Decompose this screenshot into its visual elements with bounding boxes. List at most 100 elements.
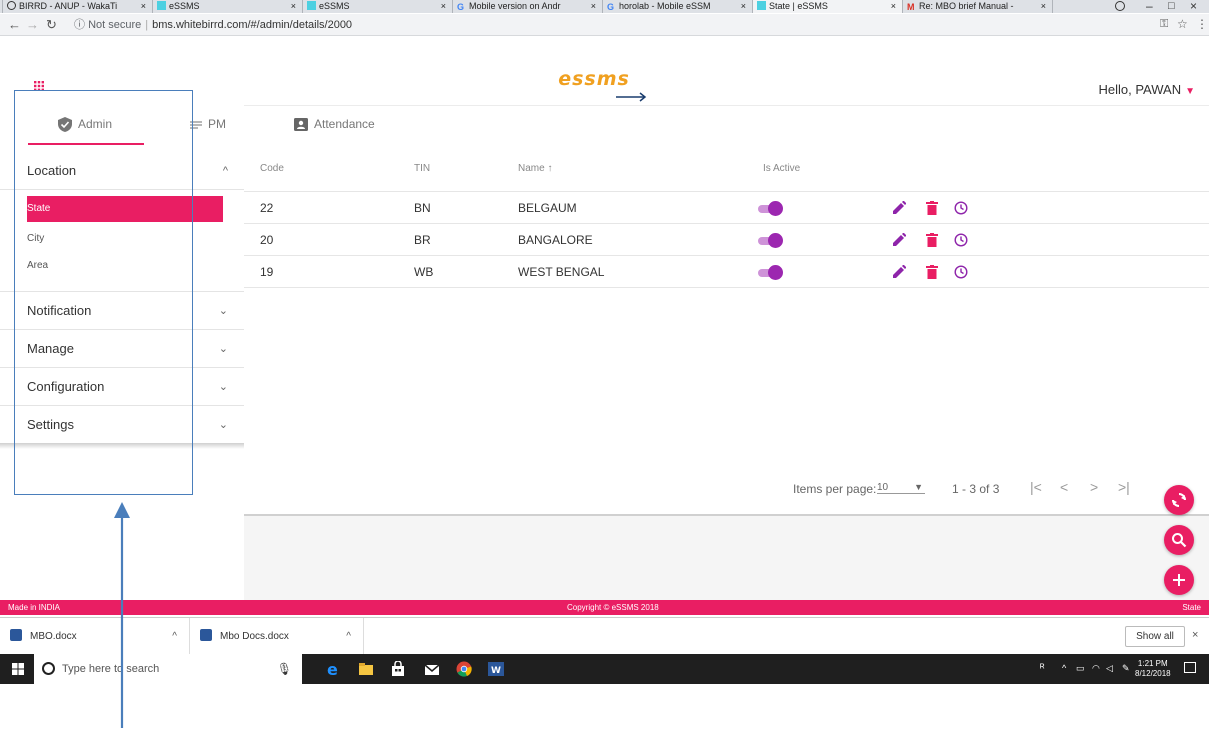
browser-tab-active[interactable]: State | eSSMS ×	[752, 0, 902, 13]
url-separator: |	[145, 19, 149, 31]
forward-arrow-icon[interactable]: →	[26, 17, 39, 33]
browser-tab[interactable]: BIRRD - ANUP - WakaTi ×	[2, 0, 152, 13]
chrome-icon[interactable]	[456, 661, 472, 677]
tab-attendance[interactable]: Attendance	[294, 116, 375, 138]
key-icon[interactable]: ⚿	[1160, 18, 1168, 31]
refresh-fab[interactable]	[1164, 485, 1194, 515]
essms-favicon-icon	[757, 1, 766, 10]
volume-icon[interactable]: ◁	[1106, 663, 1113, 674]
window-minimize-button[interactable]: –	[1146, 0, 1153, 13]
last-page-button[interactable]: >|	[1118, 479, 1130, 495]
add-fab[interactable]	[1164, 565, 1194, 595]
active-toggle[interactable]	[756, 265, 786, 280]
show-all-button[interactable]: Show all	[1125, 626, 1185, 647]
history-clock-icon[interactable]	[954, 233, 968, 247]
history-clock-icon[interactable]	[954, 201, 968, 215]
table-row: 20 BR BANGALORE	[244, 224, 1209, 256]
tab-pm[interactable]: PM	[190, 116, 226, 138]
tray-chevron-icon[interactable]: ^	[1062, 663, 1066, 673]
chevron-down-icon: ⌄	[218, 305, 228, 317]
word-app-icon[interactable]: W	[488, 661, 504, 677]
user-greeting: Hello, PAWAN	[1098, 82, 1182, 97]
caret-down-icon: ▼	[1185, 86, 1195, 97]
cell-tin: BR	[414, 233, 431, 247]
browser-tab[interactable]: G Mobile version on Andr ×	[452, 0, 602, 13]
wifi-icon[interactable]: ◠	[1092, 663, 1100, 674]
column-header-code[interactable]: Code	[260, 163, 284, 174]
delete-trash-icon[interactable]	[926, 265, 938, 279]
user-menu[interactable]: Hello, PAWAN ▼	[1099, 82, 1196, 97]
clock-favicon-icon	[7, 1, 16, 10]
window-maximize-button[interactable]: □	[1168, 0, 1175, 13]
close-icon[interactable]: ×	[1192, 629, 1198, 641]
tab-close-icon[interactable]: ×	[141, 0, 146, 13]
cell-name: BELGAUM	[518, 201, 577, 215]
previous-page-button[interactable]: <	[1060, 479, 1068, 495]
edge-browser-icon[interactable]: e	[326, 661, 342, 677]
search-fab[interactable]	[1164, 525, 1194, 555]
first-page-button[interactable]: |<	[1030, 479, 1042, 495]
footer-page-name: State	[1182, 603, 1201, 612]
history-clock-icon[interactable]	[954, 265, 968, 279]
annotation-highlight-box	[14, 90, 193, 495]
url-field[interactable]: ⓘ Not secure | bms.whitebirrd.com/#/admin/…	[74, 17, 1144, 33]
search-icon	[1172, 533, 1187, 548]
browser-address-bar: ← → ↻ ⓘ Not secure | bms.whitebirrd.com/#/…	[0, 14, 1209, 36]
tab-close-icon[interactable]: ×	[741, 0, 746, 13]
window-close-button[interactable]: ×	[1190, 0, 1197, 13]
column-header-is-active[interactable]: Is Active	[763, 163, 800, 174]
browser-tab[interactable]: M Re: MBO brief Manual - ×	[902, 0, 1052, 13]
people-icon[interactable]: ᴿ	[1040, 663, 1045, 674]
browser-tab[interactable]: eSSMS ×	[152, 0, 302, 13]
delete-trash-icon[interactable]	[926, 201, 938, 215]
refresh-icon	[1172, 493, 1186, 507]
profile-icon[interactable]	[1115, 1, 1125, 11]
active-toggle[interactable]	[756, 201, 786, 216]
download-item[interactable]: MBO.docx ^	[0, 618, 190, 655]
edit-pencil-icon[interactable]	[892, 201, 906, 215]
svg-text:W: W	[491, 666, 501, 676]
microphone-icon[interactable]: 🎙	[277, 654, 292, 684]
logo-text: essms	[558, 68, 630, 90]
tab-close-icon[interactable]: ×	[291, 0, 296, 13]
edit-pencil-icon[interactable]	[892, 233, 906, 247]
bookmark-star-icon[interactable]: ☆	[1177, 17, 1188, 31]
tab-close-icon[interactable]: ×	[441, 0, 446, 13]
mail-icon[interactable]	[424, 661, 440, 677]
active-toggle[interactable]	[756, 233, 786, 248]
file-explorer-icon[interactable]	[358, 661, 374, 677]
items-per-page-label: Items per page:	[793, 482, 877, 496]
dropdown-arrow-icon: ▼	[914, 482, 923, 492]
plus-icon	[1173, 574, 1185, 586]
edit-pencil-icon[interactable]	[892, 265, 906, 279]
new-tab-button[interactable]	[1052, 0, 1094, 13]
download-item[interactable]: Mbo Docs.docx ^	[190, 618, 364, 655]
pen-icon[interactable]: ✎	[1122, 663, 1130, 674]
store-icon[interactable]	[390, 661, 406, 677]
page-size-select[interactable]: 10 ▼	[877, 482, 925, 494]
taskbar-clock[interactable]: 1:21 PM 8/12/2018	[1135, 659, 1171, 679]
battery-icon[interactable]: ▭	[1076, 663, 1085, 674]
column-header-tin[interactable]: TIN	[414, 163, 430, 174]
header-divider	[244, 105, 1209, 106]
browser-tab-strip: BIRRD - ANUP - WakaTi × eSSMS × eSSMS × G Mo…	[0, 0, 1209, 13]
browser-tab[interactable]: Ghorolab - Mobile eSSM ×	[602, 0, 752, 13]
windows-start-icon[interactable]	[12, 663, 24, 675]
back-arrow-icon[interactable]: ←	[8, 17, 21, 33]
tab-close-icon[interactable]: ×	[1041, 0, 1046, 13]
cell-code: 20	[260, 233, 274, 247]
next-page-button[interactable]: >	[1090, 479, 1098, 495]
chevron-up-icon[interactable]: ^	[172, 618, 177, 655]
chevron-up-icon[interactable]: ^	[346, 618, 351, 655]
tab-close-icon[interactable]: ×	[891, 0, 896, 13]
delete-trash-icon[interactable]	[926, 233, 938, 247]
notifications-icon[interactable]	[1184, 662, 1196, 673]
browser-menu-icon[interactable]: ⋮	[1196, 17, 1208, 31]
column-header-name[interactable]: Name ↑	[518, 163, 552, 174]
tab-close-icon[interactable]: ×	[591, 0, 596, 13]
table-row: 22 BN BELGAUM	[244, 192, 1209, 224]
taskbar-search-input[interactable]: Type here to search 🎙	[34, 654, 302, 684]
browser-tab[interactable]: eSSMS ×	[302, 0, 452, 13]
clock-time: 1:21 PM	[1137, 659, 1168, 668]
reload-icon[interactable]: ↻	[46, 17, 57, 33]
